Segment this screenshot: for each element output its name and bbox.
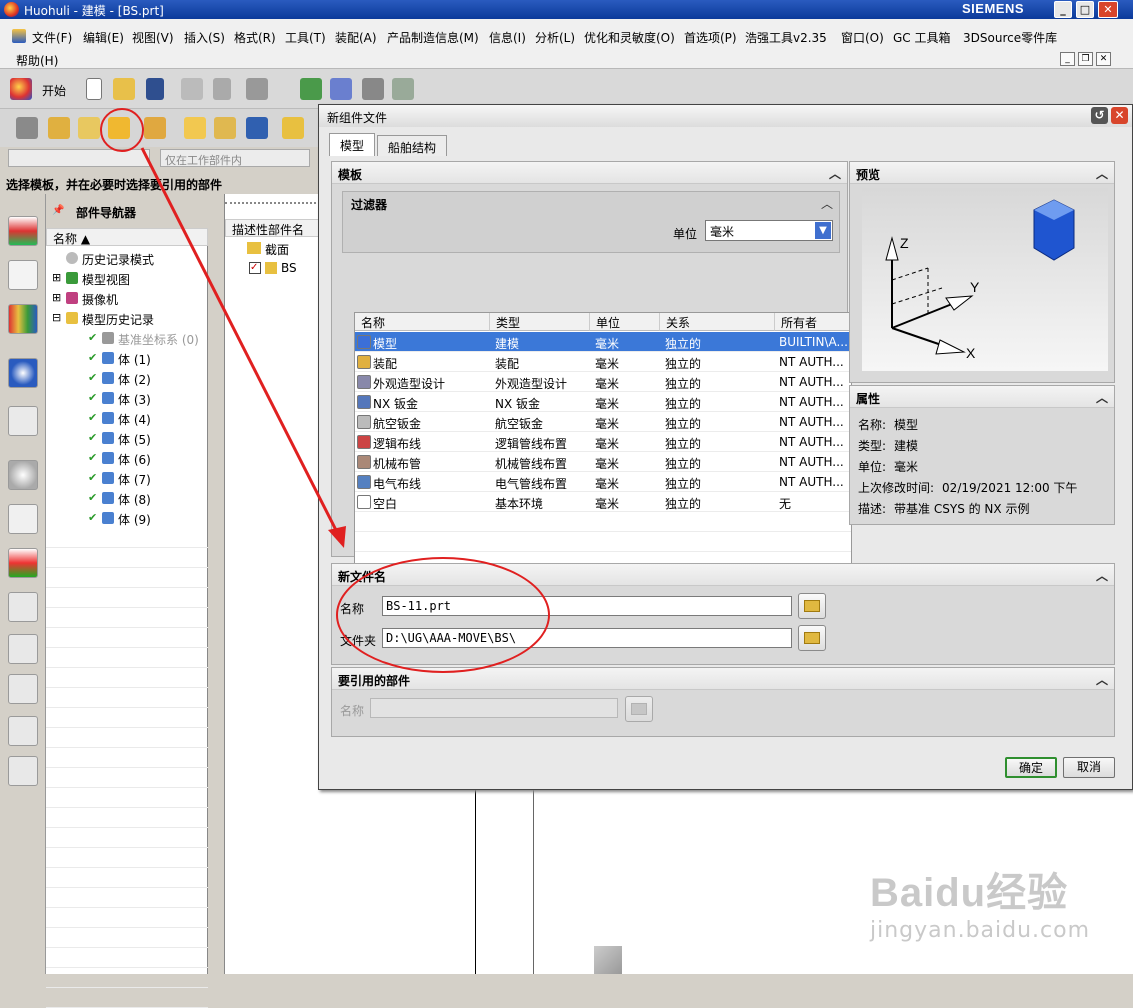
empty-row xyxy=(46,988,208,1008)
annotation-arrow xyxy=(140,147,346,548)
baidu-watermark: Baidu经验 jingyan.baidu.com xyxy=(870,871,1091,943)
